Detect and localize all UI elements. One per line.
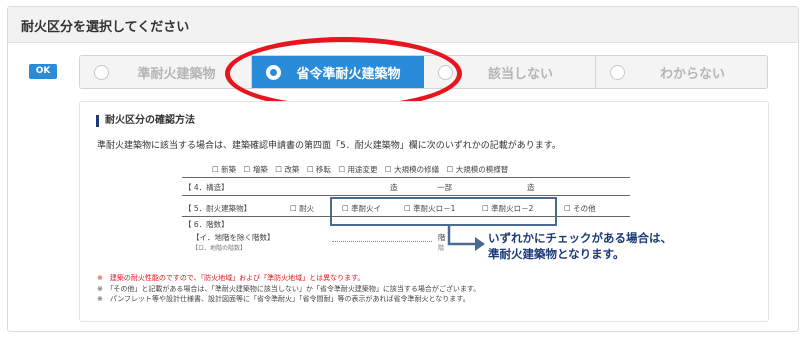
note-item: ※ 「その他」と記載がある場合は、「準耐火建築物に該当しない」か「省令準耐火建築… [97,284,481,293]
callout-line-1: いずれかにチェックがある場合は、 [488,231,672,245]
notes-list: ※ 建築の耐火性能のですので、「防火地域」および「準防火地域」とは異なります。 … [97,273,480,305]
form-divider [182,177,630,178]
info-box: 耐火区分の確認方法 準耐火建築物に該当する場合は、建築確認申請書の第四面「5．耐… [79,101,769,322]
radio-icon[interactable] [610,65,625,80]
info-title: 耐火区分の確認方法 [96,115,195,127]
form-structure-value: 造 [390,183,398,192]
info-description: 準耐火建築物に該当する場合は、建築確認申請書の第四面「5．耐火建築物」欄に次のい… [97,141,561,151]
option-ministerial-semi-fireproof[interactable]: 省令準耐火建築物 [252,56,424,88]
form-work-types: ☐ 新築 ☐ 増築 ☐ 改築 ☐ 移転 ☐ 用途変更 ☐ 大規模の修繕 ☐ 大規… [212,165,509,174]
status-badge: OK [29,64,57,79]
option-semi-fireproof[interactable]: 準耐火建築物 [80,56,252,88]
form-option-other: ☐ その他 [564,204,596,213]
form-fireproof-label: 【 5．耐火建築物】 [184,204,252,213]
form-floors-label: 【 6．階数】 [184,220,229,229]
note-item: ※ パンフレット等や設計仕様書、設計図面等に「省令準耐火」「省令間耐」等の表示が… [97,295,470,303]
form-structure-label: 【 4．構造】 [184,183,229,192]
callout-line-2: 準耐火建築物となります。 [488,247,625,261]
form-floors-below: 【ロ．地階の階数】 [192,245,247,252]
form-structure-value-2: 造 [527,183,535,192]
form-divider [182,195,630,196]
arrow-icon [447,224,485,251]
note-item: ※ 建築の耐火性能のですので、「防火地域」および「準防火地域」とは異なります。 [97,274,365,282]
radio-checked-icon[interactable] [266,65,281,80]
panel-title: 耐火区分を選択してください [8,7,798,43]
form-structure-part: 一部 [437,183,452,192]
callout-text: いずれかにチェックがある場合は、 準耐火建築物となります。 [488,230,672,262]
form-option-fireproof: ☐ 耐火 [290,204,315,213]
form-dotted-line [332,241,432,242]
option-unknown[interactable]: わからない [596,56,767,88]
radio-icon[interactable] [94,65,109,80]
radio-icon[interactable] [438,65,453,80]
option-not-applicable[interactable]: 該当しない [424,56,596,88]
form-floors-above: 【イ．地階を除く階数】 [192,233,275,242]
fire-class-radio-group: 準耐火建築物 省令準耐火建築物 該当しない わからない [79,55,768,89]
